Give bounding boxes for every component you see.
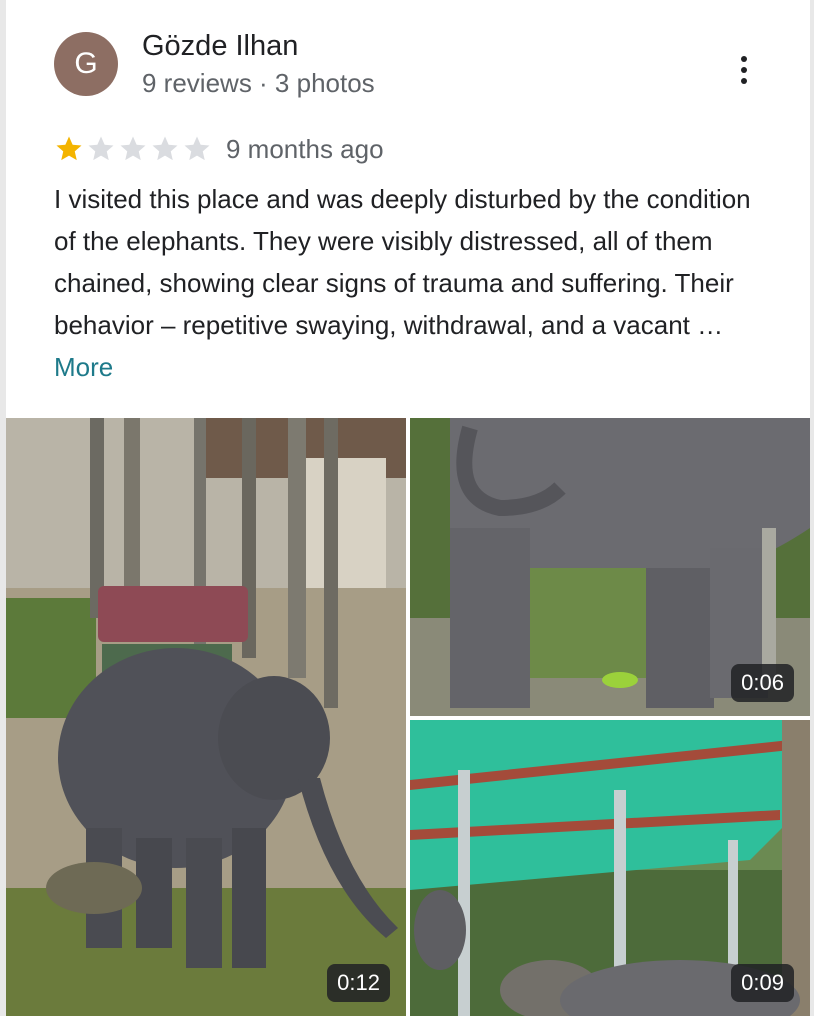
star-rating	[54, 134, 212, 164]
review-time: 9 months ago	[226, 134, 384, 164]
star-filled-icon	[56, 136, 82, 161]
media-thumbnail-3[interactable]: 0:09	[410, 720, 810, 1016]
star-empty-icon	[120, 136, 146, 161]
more-link[interactable]: More	[54, 352, 113, 382]
star-empty-icon	[152, 136, 178, 161]
star-empty-icon	[88, 136, 114, 161]
media-thumbnail-1[interactable]: 0:12	[6, 418, 406, 1016]
more-options-icon[interactable]	[722, 48, 766, 92]
review-text: I visited this place and was deeply dist…	[54, 178, 774, 388]
reviewer-avatar[interactable]: G	[54, 32, 118, 96]
media-thumbnail-2[interactable]: 0:06	[410, 418, 810, 716]
avatar-letter: G	[74, 47, 98, 80]
review-text-content: I visited this place and was deeply dist…	[54, 184, 751, 340]
video-duration-badge: 0:06	[731, 664, 794, 702]
elephant-seat-image	[6, 418, 406, 1016]
video-duration-badge: 0:09	[731, 964, 794, 1002]
reviewer-meta: 9 reviews · 3 photos	[142, 68, 375, 98]
star-empty-icon	[184, 136, 210, 161]
video-duration-badge: 0:12	[327, 964, 390, 1002]
review-card: G Gözde Ilhan 9 reviews · 3 photos 9 mon…	[6, 0, 810, 1016]
reviewer-name[interactable]: Gözde Ilhan	[142, 30, 298, 63]
